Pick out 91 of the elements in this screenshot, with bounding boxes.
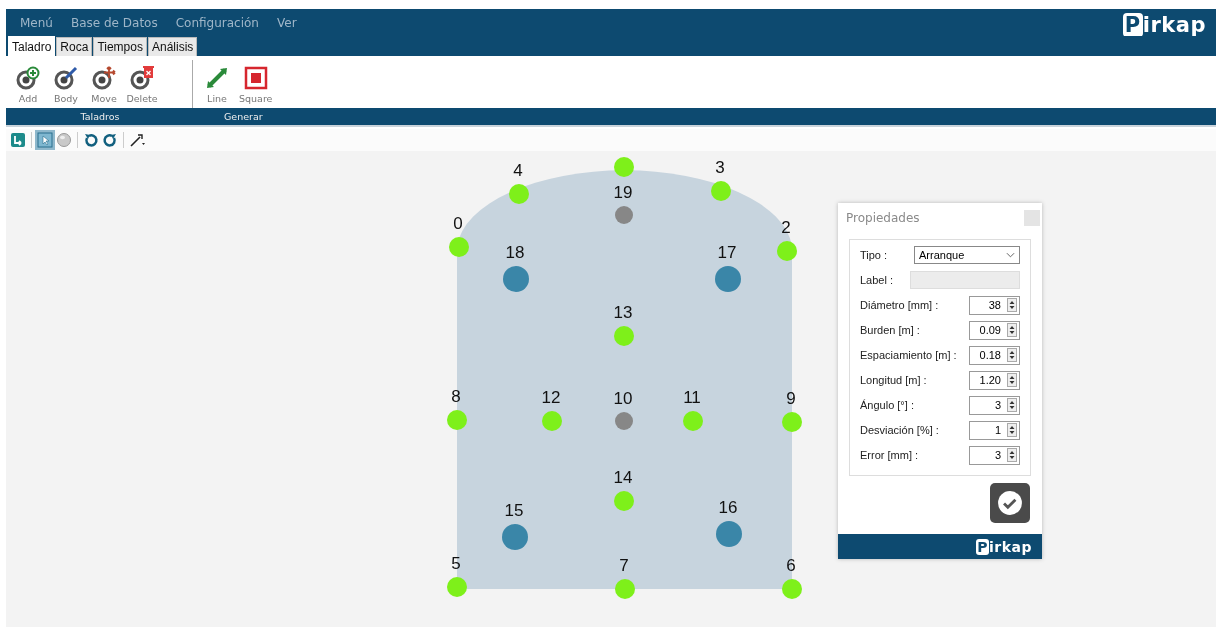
menu-item[interactable]: Menú: [20, 15, 53, 30]
trash-target-icon: [130, 66, 154, 90]
contour-hole[interactable]: [777, 241, 797, 261]
tab[interactable]: Taladro: [8, 36, 56, 56]
ribbon-button[interactable]: Add: [12, 66, 44, 108]
checkmark-icon: [997, 490, 1023, 516]
field-label: Desviación [%] :: [860, 424, 939, 436]
contour-hole[interactable]: [782, 412, 802, 432]
group-label: Taladros: [79, 111, 121, 122]
field-label: Espaciamiento [m] :: [860, 349, 957, 361]
tab[interactable]: Tiempos: [93, 37, 147, 56]
spin-arrows-icon[interactable]: [1007, 298, 1017, 312]
hole-label: 9: [786, 389, 796, 408]
hole-label: 19: [613, 183, 633, 202]
hole-label: 11: [683, 388, 701, 407]
hole-label: 15: [504, 501, 524, 520]
pencil-target-icon: [54, 66, 78, 90]
hole-label: 8: [451, 387, 461, 406]
hole-label: 0: [453, 214, 463, 233]
hole-label: 18: [505, 243, 525, 262]
spin-arrows-icon[interactable]: [1007, 448, 1017, 462]
ribbon-button[interactable]: Body: [50, 66, 82, 108]
relief-hole[interactable]: [615, 412, 633, 430]
spin-arrows-icon[interactable]: [1007, 323, 1017, 337]
field-label: Diámetro [mm] :: [860, 299, 939, 311]
contour-hole[interactable]: [711, 181, 731, 201]
spin-arrows-icon[interactable]: [1007, 398, 1017, 412]
tab[interactable]: Análisis: [147, 37, 198, 56]
dialog-title: Propiedades: [846, 211, 920, 225]
field-label: Ángulo [°] :: [860, 399, 914, 411]
undo-icon[interactable]: [83, 132, 99, 148]
hole-label: 16: [718, 498, 738, 517]
diagonal-arrow-icon: [205, 66, 229, 90]
menu-item[interactable]: Configuración: [175, 15, 259, 30]
number-spinner[interactable]: 3: [969, 395, 1020, 415]
hole-label: 4: [513, 161, 523, 180]
hole-label: 14: [613, 468, 633, 487]
relief-hole[interactable]: [615, 206, 633, 224]
number-spinner[interactable]: 1.20: [969, 370, 1020, 390]
spin-arrows-icon[interactable]: [1007, 373, 1017, 387]
menu-item[interactable]: Ver: [277, 15, 297, 30]
group-label: Generar: [224, 111, 263, 122]
ribbon-button[interactable]: Move: [88, 66, 120, 108]
hole-label: 5: [451, 554, 461, 573]
field-label: Burden [m] :: [860, 324, 920, 336]
number-spinner[interactable]: 0.18: [969, 345, 1020, 365]
field-label: Label :: [860, 274, 894, 286]
hole-label: 6: [786, 556, 796, 575]
redo-icon[interactable]: [102, 132, 118, 148]
square-icon: [243, 66, 268, 90]
add-hole-icon: [16, 66, 40, 90]
contour-hole[interactable]: [449, 237, 469, 257]
number-spinner[interactable]: 0.09: [969, 320, 1020, 340]
hole-label: 12: [541, 388, 561, 407]
chevron-down-icon: [1006, 252, 1015, 258]
hole-label: 3: [715, 158, 725, 177]
number-spinner[interactable]: 38: [969, 295, 1020, 315]
contour-hole[interactable]: [447, 410, 467, 430]
contour-hole[interactable]: [782, 579, 802, 599]
hole-label: 10: [613, 389, 633, 408]
contour-hole[interactable]: [615, 579, 635, 599]
hole-label: 7: [619, 556, 629, 575]
field-label: Error [mm] :: [860, 449, 919, 461]
field-label: Tipo :: [860, 249, 888, 261]
move-arrows-icon: [92, 66, 116, 90]
type-dropdown[interactable]: Arranque: [914, 246, 1020, 264]
hole-label: 2: [781, 218, 791, 237]
cut-hole[interactable]: [503, 266, 529, 292]
line-tool-icon[interactable]: [129, 132, 145, 148]
contour-hole[interactable]: [614, 157, 634, 177]
hole-label: 13: [613, 303, 633, 322]
number-spinner[interactable]: 1: [969, 420, 1020, 440]
cut-hole[interactable]: [502, 524, 528, 550]
contour-hole[interactable]: [447, 577, 467, 597]
sphere-icon[interactable]: [56, 132, 72, 148]
hole-label: 17: [717, 243, 737, 262]
save-icon[interactable]: [10, 132, 26, 148]
spin-arrows-icon[interactable]: [1007, 423, 1017, 437]
tab[interactable]: Roca: [56, 37, 93, 56]
ribbon-button[interactable]: Line: [201, 66, 233, 108]
cut-hole[interactable]: [715, 266, 741, 292]
spin-arrows-icon[interactable]: [1007, 348, 1017, 362]
confirm-button[interactable]: [990, 483, 1030, 523]
ribbon-button[interactable]: Square: [239, 66, 273, 108]
number-spinner[interactable]: 3: [969, 445, 1020, 465]
pointer-icon[interactable]: [37, 132, 53, 148]
contour-hole[interactable]: [509, 184, 529, 204]
cut-hole[interactable]: [716, 521, 742, 547]
field-label: Longitud [m] :: [860, 374, 927, 386]
menu-item[interactable]: Base de Datos: [70, 15, 158, 30]
ribbon-button[interactable]: Delete: [126, 66, 158, 108]
